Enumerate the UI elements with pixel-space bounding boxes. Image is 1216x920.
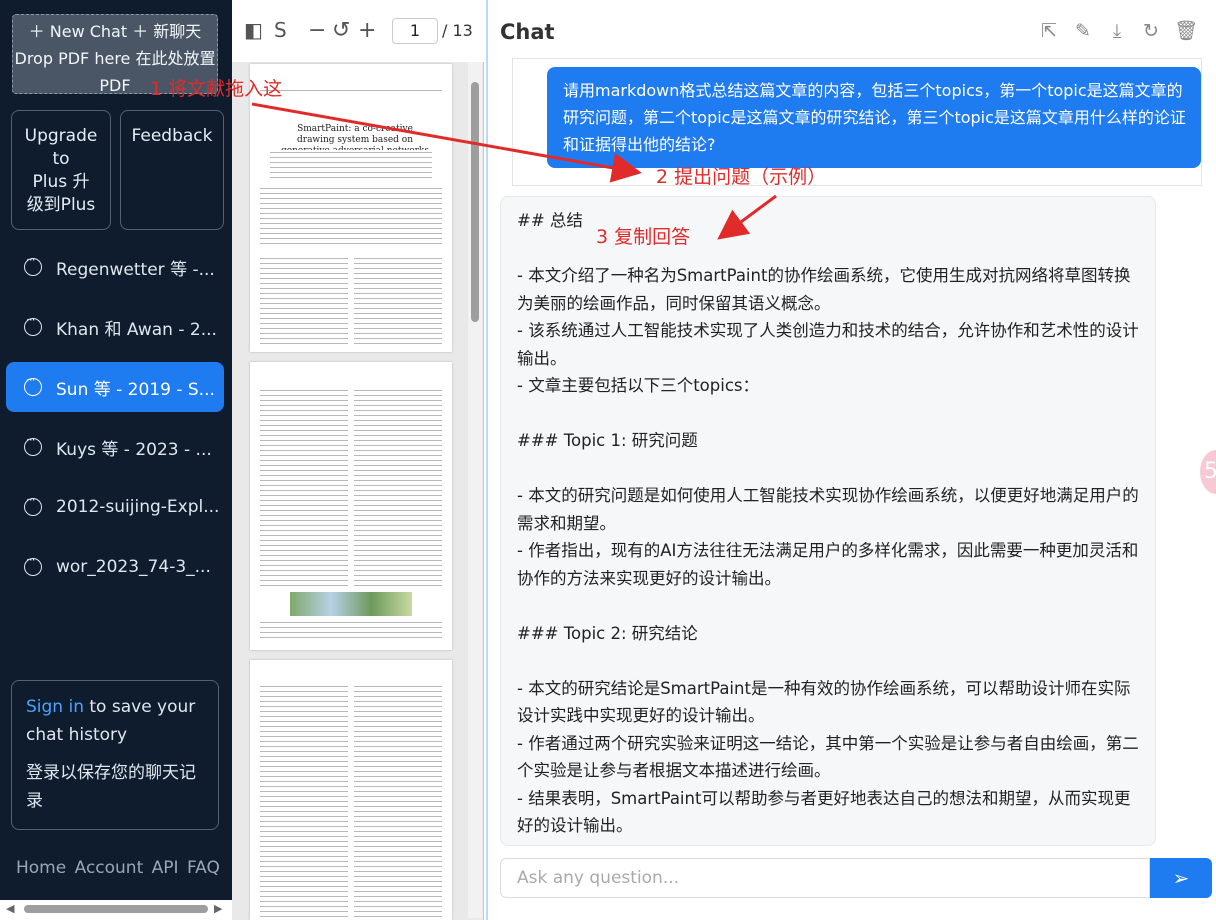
user-message-row: 请用markdown格式总结这篇文章的内容，包括三个topics，第一个topi… <box>512 58 1202 186</box>
chat-toolbar: ⇱ ✎ ⤓ ↻ 🗑 <box>1038 20 1198 42</box>
sidebar: ＋ New Chat ＋ 新聊天 Drop PDF here 在此处放置 PDF… <box>0 0 232 920</box>
upgrade-line: 级到Plus <box>26 195 96 215</box>
annotation-step2: 2 提出问题（示例） <box>656 166 827 188</box>
api-link[interactable]: API <box>152 858 179 878</box>
column-lines <box>260 256 348 346</box>
history-item-label: wor_2023_74-3_... <box>56 557 211 577</box>
pdf-vertical-scrollbar[interactable] <box>468 62 482 918</box>
author-lines <box>270 150 432 180</box>
upgrade-line: to <box>52 149 70 169</box>
history-item[interactable]: Regenwetter 等 -... <box>6 242 224 292</box>
answer-line: - 文章主要包括以下三个topics： <box>517 376 759 395</box>
column-lines <box>260 684 348 920</box>
chat-bubble-icon <box>24 493 42 516</box>
chat-panel: Chat ⇱ ✎ ⤓ ↻ 🗑 请用markdown格式总结这篇文章的内容，包括三… <box>486 0 1216 920</box>
column-lines <box>354 388 442 588</box>
answer-line: - 作者指出，现有的AI方法往往无法满足用户的多样化需求，因此需要一种更加灵活和… <box>517 541 1139 588</box>
history-item-label: 2012-suijing-Expl... <box>56 497 220 517</box>
column-lines <box>354 256 442 346</box>
send-icon: ➢ <box>1172 866 1190 890</box>
app-root: ＋ New Chat ＋ 新聊天 Drop PDF here 在此处放置 PDF… <box>0 0 1216 920</box>
answer-line <box>517 400 1139 428</box>
footer-links: Home Account API FAQ <box>16 858 220 878</box>
upgrade-button[interactable]: Upgrade to Plus 升 级到Plus <box>11 110 111 230</box>
abstract-lines <box>260 186 442 248</box>
answer-line: - 本文的研究结论是SmartPaint是一种有效的协作绘画系统，可以帮助设计师… <box>517 678 1131 726</box>
answer-line: - 本文介绍了一种名为SmartPaint的协作绘画系统，它使用生成对抗网络将草… <box>517 266 1131 313</box>
assistant-answer: ## 总结 - 本文介绍了一种名为SmartPaint的协作绘画系统，它使用生成对… <box>500 196 1156 846</box>
history-item-active[interactable]: Sun 等 - 2019 - S... <box>6 362 224 412</box>
history-item[interactable]: wor_2023_74-3_... <box>6 542 224 592</box>
answer-line: - 结果表明，SmartPaint可以帮助参与者更好地表达自己的想法和期望，从而… <box>517 788 1131 836</box>
signin-text-cn: 登录以保存您的聊天记录 <box>26 763 196 811</box>
feedback-button[interactable]: Feedback <box>120 110 224 230</box>
trash-icon[interactable]: 🗑 <box>1174 20 1198 42</box>
chat-bubble-icon <box>24 373 42 396</box>
history-item[interactable]: Kuys 等 - 2023 - ... <box>6 422 224 472</box>
answer-line: - 本文的研究问题是如何使用人工智能技术实现协作绘画系统，以便更好地满足用户的需… <box>517 486 1139 533</box>
history-item-label: Kuys 等 - 2023 - ... <box>56 439 212 460</box>
answer-line <box>517 592 1139 620</box>
page-number-input[interactable]: 1 <box>392 18 438 44</box>
pdf-toolbar: ◧ S − ↺ + 1 / 13 <box>232 0 484 62</box>
page-total: / 13 <box>442 21 473 40</box>
chat-bubble-icon <box>24 313 42 336</box>
chat-title: Chat <box>500 20 555 44</box>
scroll-right-icon[interactable]: ▶ <box>214 902 222 915</box>
upgrade-line: Upgrade <box>24 126 98 146</box>
history-item-label: Sun 等 - 2019 - S... <box>56 379 215 400</box>
edit-icon[interactable]: ✎ <box>1072 20 1094 42</box>
annotation-step3: 3 复制回答 <box>596 226 691 248</box>
answer-line: - 作者通过两个研究实验来证明这一结论，其中第一个实验是让参与者自由绘画，第二个… <box>517 733 1139 781</box>
sidebar-toggle-icon[interactable]: ◧ <box>244 18 263 42</box>
answer-line <box>517 455 1139 483</box>
annotation-step1: 1 将文献拖入这 <box>150 78 283 100</box>
send-button[interactable]: ➢ <box>1150 858 1212 898</box>
faq-link[interactable]: FAQ <box>187 858 220 878</box>
page-header-lines <box>260 88 442 94</box>
rotate-icon[interactable]: ↺ <box>332 18 350 43</box>
history-item-label: Khan 和 Awan - 2... <box>56 319 217 340</box>
drop-pdf-label: Drop PDF here 在此处放置 <box>14 49 216 68</box>
refresh-icon[interactable]: ↻ <box>1140 20 1162 42</box>
pdf-page-thumbnail[interactable]: SmartPaint: a co-creative drawing system… <box>250 64 452 352</box>
new-chat-label[interactable]: ＋ New Chat ＋ 新聊天 <box>13 18 217 45</box>
history-item[interactable]: Khan 和 Awan - 2... <box>6 302 224 352</box>
history-item-label: Regenwetter 等 -... <box>56 259 215 280</box>
pdf-page-thumbnail[interactable] <box>250 660 452 920</box>
chat-bubble-icon <box>24 253 42 276</box>
column-lines <box>260 388 348 588</box>
answer-line: ### Topic 2: 研究结论 <box>517 623 698 643</box>
feedback-label: Feedback <box>131 126 213 146</box>
signin-link[interactable]: Sign in <box>26 697 84 717</box>
answer-line <box>517 647 1139 675</box>
zoom-in-icon[interactable]: + <box>358 18 376 43</box>
pdf-title: S <box>274 18 287 42</box>
pdf-page-thumbnail[interactable] <box>250 362 452 650</box>
zoom-out-icon[interactable]: − <box>308 18 326 43</box>
chat-bubble-icon <box>24 433 42 456</box>
chat-bubble-icon <box>24 553 42 576</box>
caption-lines <box>260 620 442 642</box>
download-icon[interactable]: ⤓ <box>1106 20 1128 42</box>
answer-line: - 该系统通过人工智能技术实现了人类创造力和技术的结合，允许协作和艺术性的设计输… <box>517 321 1139 368</box>
pdf-viewer: ◧ S − ↺ + 1 / 13 SmartPaint: a co-creati… <box>232 0 484 920</box>
sidebar-horizontal-scrollbar[interactable]: ◀ ▶ <box>0 900 232 920</box>
scrollbar-thumb[interactable] <box>471 82 479 322</box>
scrollbar-thumb[interactable] <box>24 905 208 913</box>
share-icon[interactable]: ⇱ <box>1038 20 1060 42</box>
account-link[interactable]: Account <box>75 858 144 878</box>
upgrade-line: Plus 升 <box>32 172 90 192</box>
figure-image <box>290 592 412 616</box>
signin-box: Sign in to save your chat history 登录以保存您… <box>11 680 219 830</box>
user-message: 请用markdown格式总结这篇文章的内容，包括三个topics，第一个topi… <box>547 67 1201 168</box>
scroll-left-icon[interactable]: ◀ <box>6 902 14 915</box>
column-lines <box>354 684 442 920</box>
answer-line: ### Topic 1: 研究问题 <box>517 431 698 450</box>
home-link[interactable]: Home <box>16 858 66 878</box>
question-input[interactable]: Ask any question... <box>500 858 1150 898</box>
history-item[interactable]: 2012-suijing-Expl... <box>6 482 224 532</box>
